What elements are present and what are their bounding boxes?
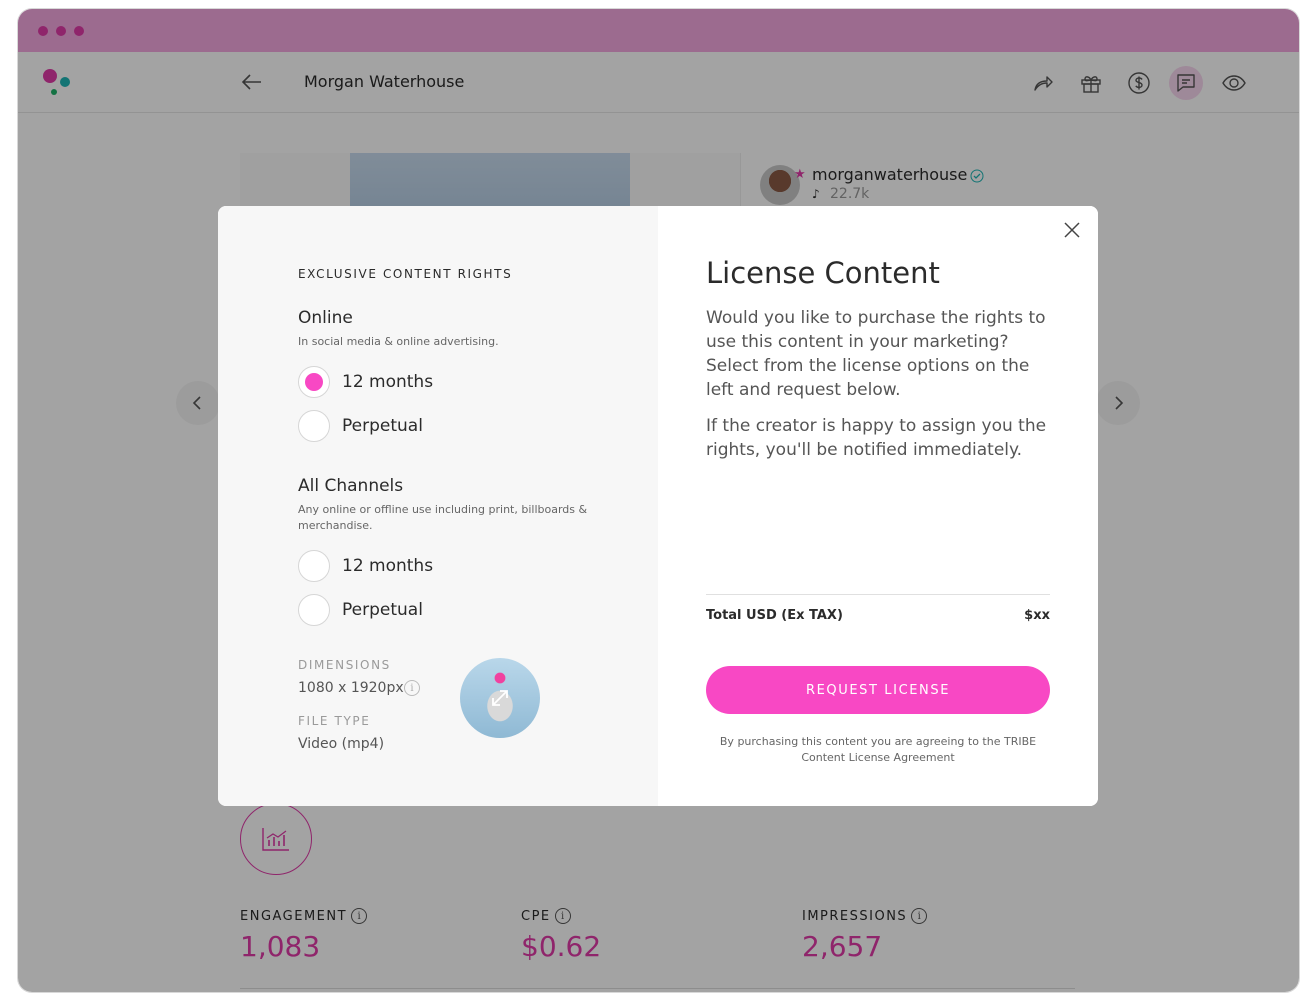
group-title-all-channels: All Channels <box>298 476 404 496</box>
radio-label[interactable]: 12 months <box>342 556 433 576</box>
info-icon[interactable]: i <box>404 680 420 696</box>
group-description-all-channels: Any online or offline use including prin… <box>298 503 588 532</box>
radio-selected-dot <box>305 373 323 391</box>
group-description-online: In social media & online advertising. <box>298 335 499 348</box>
file-type-label: FILE TYPE <box>298 714 371 728</box>
divider <box>706 594 1050 595</box>
radio-all-channels-12-months[interactable]: 12 months <box>298 550 433 582</box>
expand-icon <box>492 690 508 706</box>
request-license-button[interactable]: REQUEST LICENSE <box>706 666 1050 714</box>
radio-button[interactable] <box>298 550 330 582</box>
dimensions-label: DIMENSIONS <box>298 658 391 672</box>
radio-label[interactable]: Perpetual <box>342 600 423 620</box>
radio-all-channels-perpetual[interactable]: Perpetual <box>298 594 423 626</box>
content-thumbnail[interactable] <box>460 658 540 738</box>
license-options-panel: EXCLUSIVE CONTENT RIGHTS Online In socia… <box>218 206 658 806</box>
radio-button[interactable] <box>298 594 330 626</box>
license-content-modal: EXCLUSIVE CONTENT RIGHTS Online In socia… <box>218 206 1098 806</box>
radio-button[interactable] <box>298 366 330 398</box>
radio-button[interactable] <box>298 410 330 442</box>
radio-online-12-months[interactable]: 12 months <box>298 366 433 398</box>
total-label: Total USD (Ex TAX) <box>706 608 843 623</box>
license-summary-panel: License Content Would you like to purcha… <box>658 206 1098 806</box>
close-icon[interactable] <box>1060 218 1084 242</box>
file-type-value: Video (mp4) <box>298 736 385 752</box>
license-agreement-text[interactable]: By purchasing this content you are agree… <box>706 734 1050 766</box>
modal-notice: If the creator is happy to assign you th… <box>706 416 1047 460</box>
radio-label[interactable]: Perpetual <box>342 416 423 436</box>
group-title-online: Online <box>298 308 353 328</box>
modal-description: Would you like to purchase the rights to… <box>706 308 1046 400</box>
section-title: EXCLUSIVE CONTENT RIGHTS <box>298 267 513 281</box>
total-value: $xx <box>1024 608 1050 623</box>
radio-online-perpetual[interactable]: Perpetual <box>298 410 423 442</box>
dimensions-value: 1080 x 1920px <box>298 680 404 696</box>
modal-title: License Content <box>706 256 940 290</box>
radio-label[interactable]: 12 months <box>342 372 433 392</box>
